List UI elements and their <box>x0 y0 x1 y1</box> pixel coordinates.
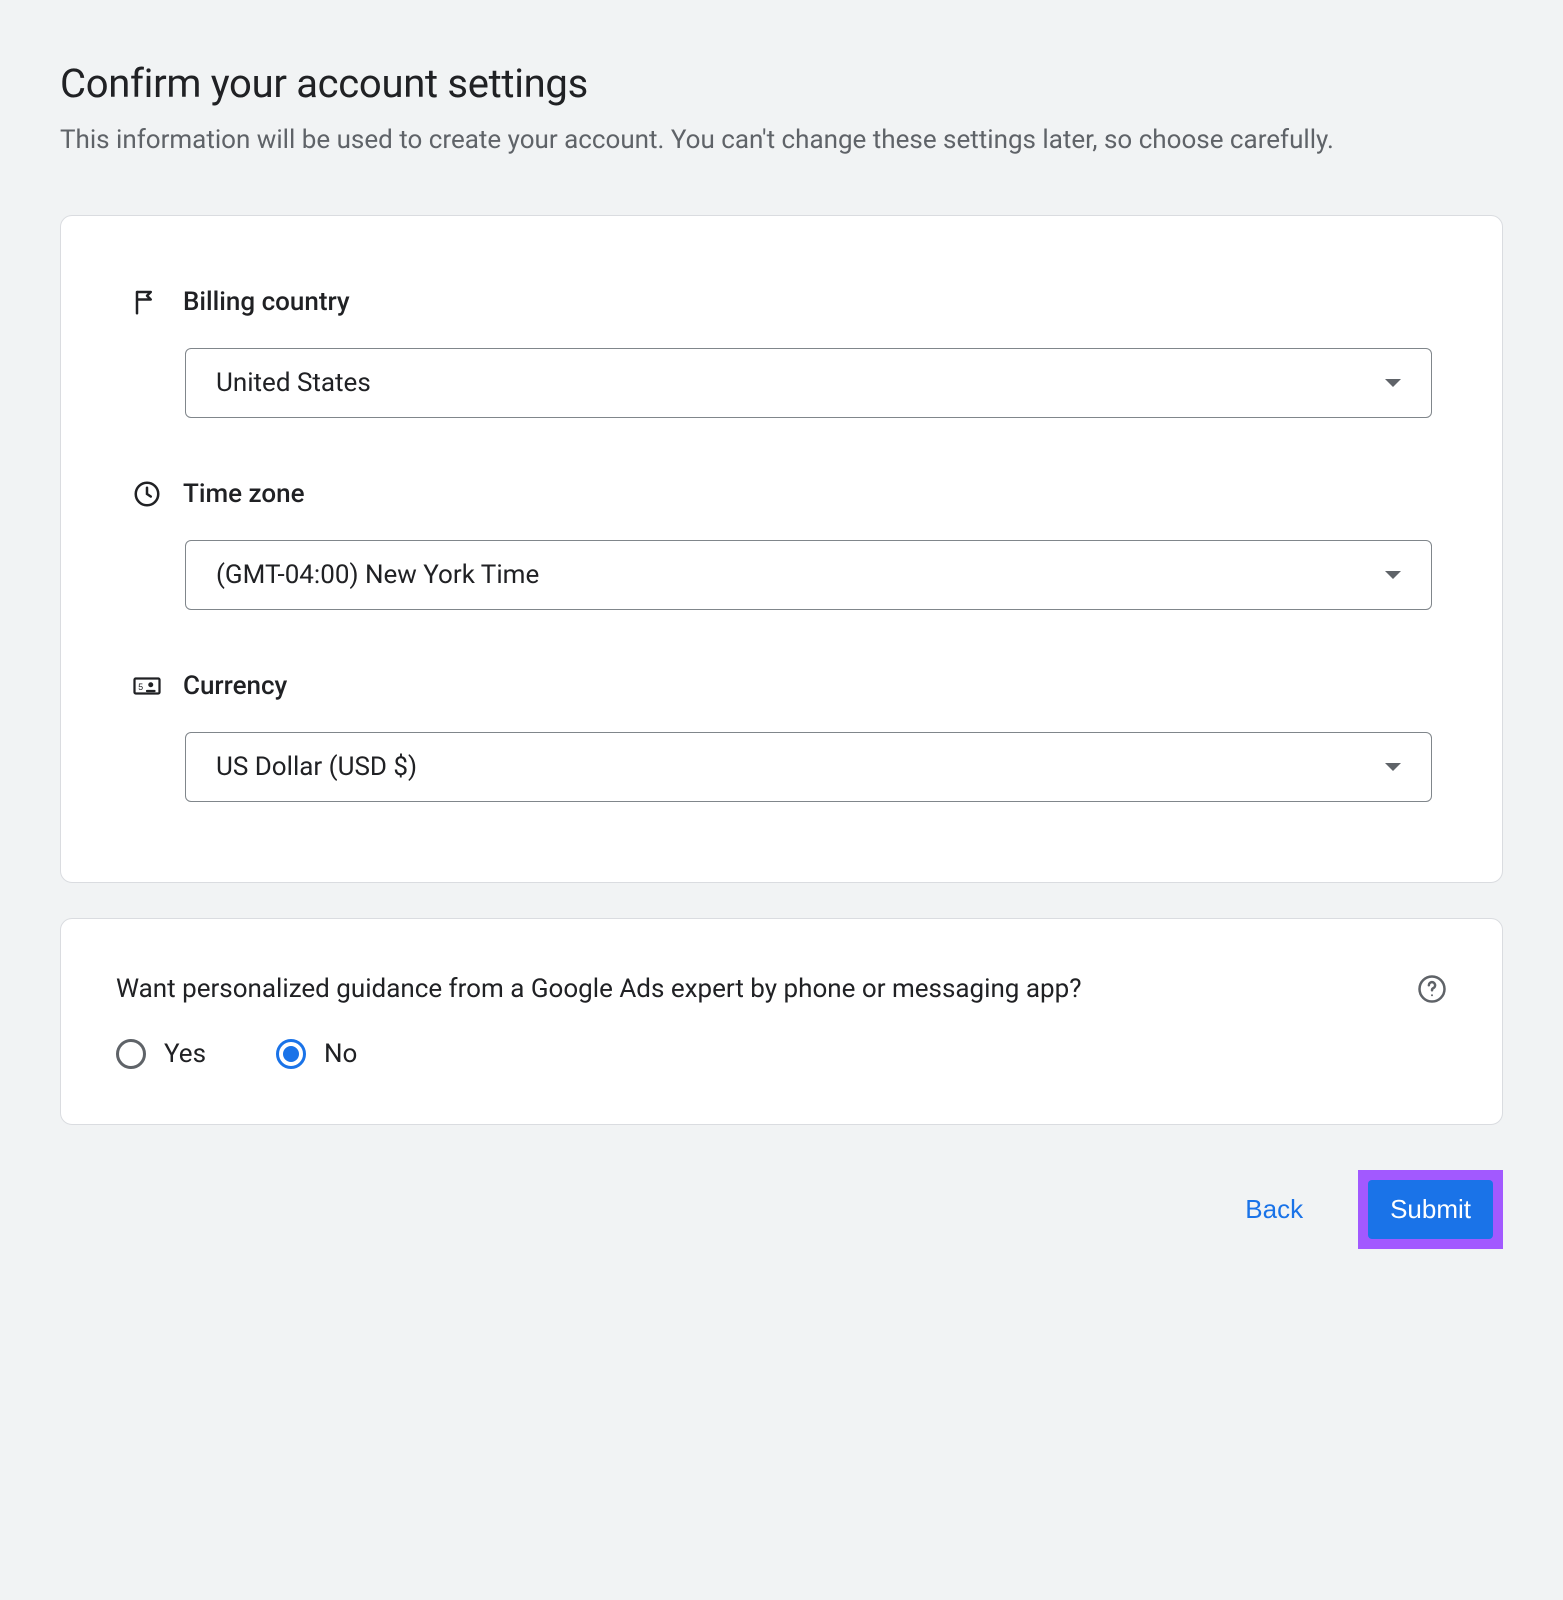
radio-no[interactable]: No <box>276 1039 357 1069</box>
currency-card-icon: 5 <box>131 670 163 702</box>
chevron-down-icon <box>1385 763 1401 771</box>
guidance-card: Want personalized guidance from a Google… <box>60 918 1503 1125</box>
billing-country-label: Billing country <box>183 287 350 317</box>
svg-text:5: 5 <box>138 682 143 692</box>
time-zone-value: (GMT-04:00) New York Time <box>216 560 539 590</box>
radio-yes-circle <box>116 1039 146 1069</box>
page-title: Confirm your account settings <box>60 60 1503 107</box>
submit-highlight: Submit <box>1358 1170 1503 1249</box>
help-icon[interactable] <box>1417 974 1447 1004</box>
submit-button[interactable]: Submit <box>1368 1180 1493 1239</box>
time-zone-select[interactable]: (GMT-04:00) New York Time <box>185 540 1432 610</box>
currency-group: 5 Currency US Dollar (USD $) <box>131 670 1432 802</box>
footer: Back Submit <box>60 1170 1503 1249</box>
time-zone-label: Time zone <box>183 479 305 509</box>
clock-icon <box>131 478 163 510</box>
currency-select[interactable]: US Dollar (USD $) <box>185 732 1432 802</box>
billing-country-select[interactable]: United States <box>185 348 1432 418</box>
back-button[interactable]: Back <box>1225 1182 1323 1237</box>
time-zone-group: Time zone (GMT-04:00) New York Time <box>131 478 1432 610</box>
radio-group: Yes No <box>116 1039 1447 1069</box>
settings-card: Billing country United States Time zone … <box>60 215 1503 883</box>
currency-value: US Dollar (USD $) <box>216 752 417 782</box>
currency-label: Currency <box>183 671 287 701</box>
page-subtitle: This information will be used to create … <box>60 121 1460 160</box>
radio-no-label: No <box>324 1039 357 1069</box>
billing-country-value: United States <box>216 368 371 398</box>
guidance-question: Want personalized guidance from a Google… <box>116 974 1081 1004</box>
radio-no-circle <box>276 1039 306 1069</box>
radio-yes[interactable]: Yes <box>116 1039 206 1069</box>
chevron-down-icon <box>1385 379 1401 387</box>
radio-yes-label: Yes <box>164 1039 206 1069</box>
chevron-down-icon <box>1385 571 1401 579</box>
flag-icon <box>131 286 163 318</box>
billing-country-group: Billing country United States <box>131 286 1432 418</box>
